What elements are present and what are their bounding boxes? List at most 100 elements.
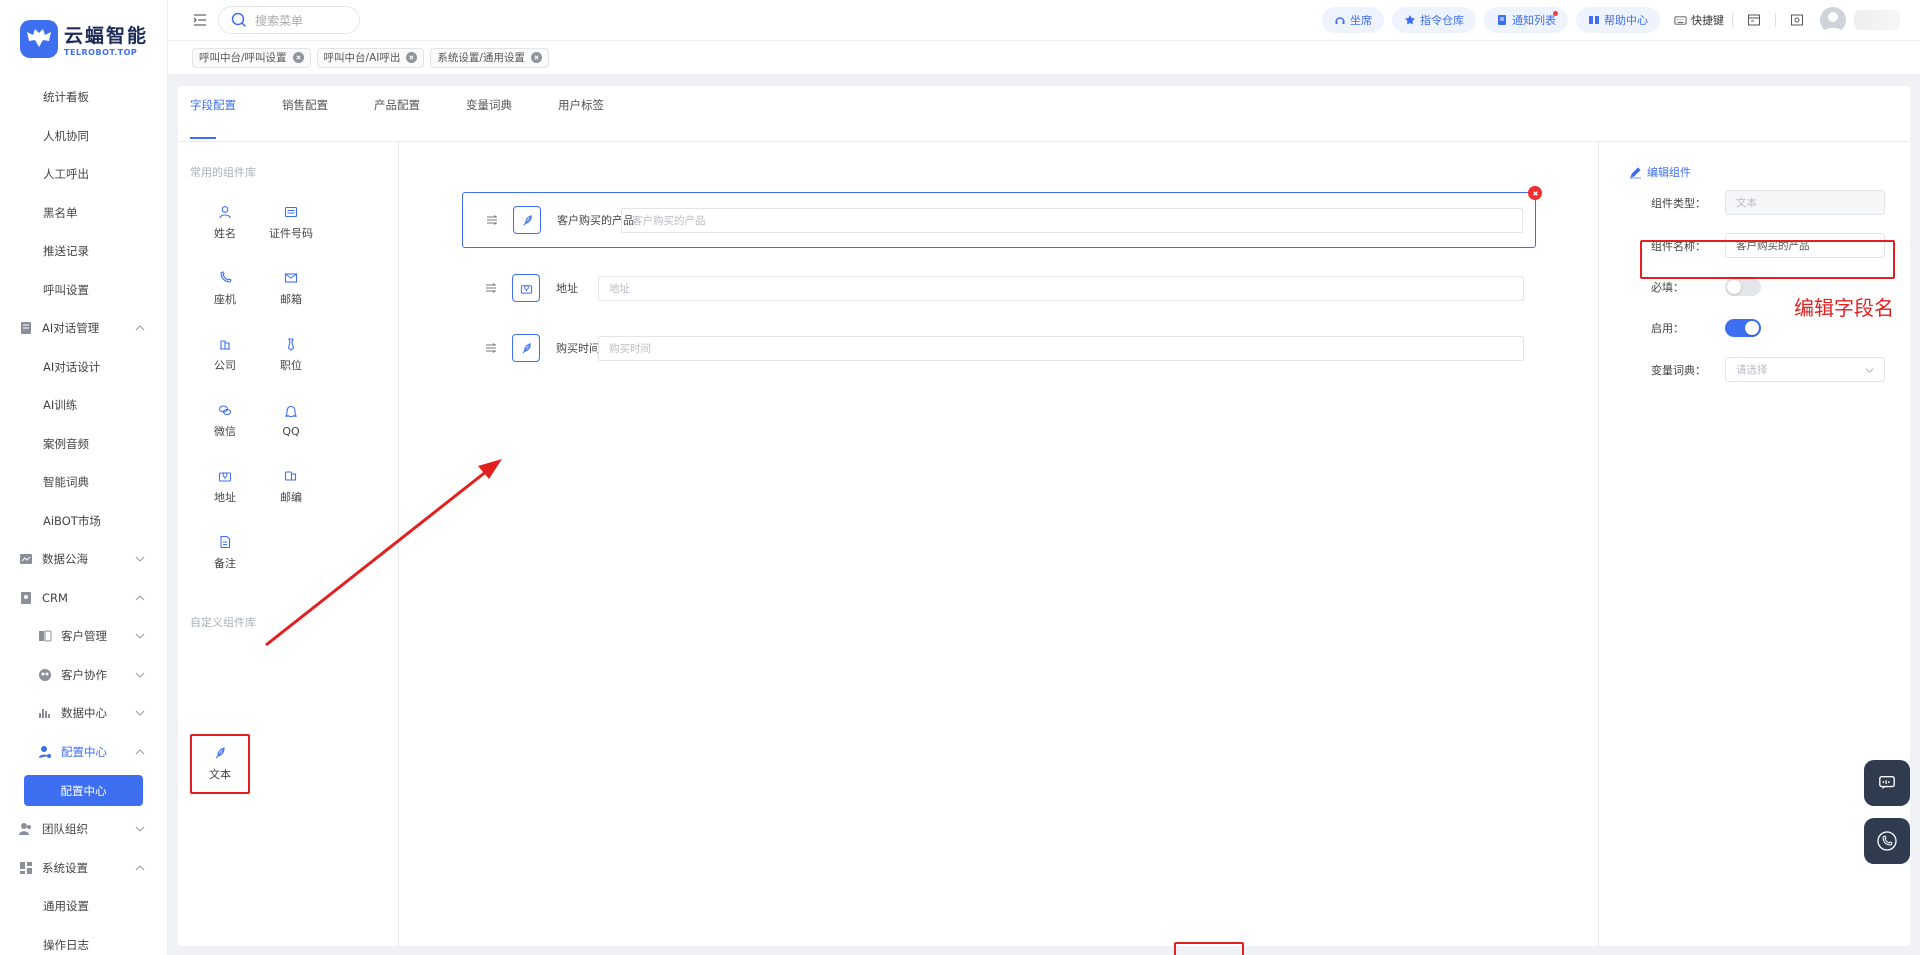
pill-label: 指令仓库	[1420, 14, 1464, 27]
library-component[interactable]: 地址	[192, 454, 258, 520]
sidebar-item[interactable]: AiBOT市场	[0, 502, 167, 541]
form-field-row[interactable]: 购买时间 购买时间	[462, 320, 1536, 376]
form-field-label: 购买时间	[556, 342, 600, 355]
library-component[interactable]: 证件号码	[258, 190, 324, 256]
window-icon[interactable]	[1747, 13, 1761, 27]
avatar[interactable]	[1820, 7, 1846, 33]
form-field-input[interactable]: 购买时间	[598, 335, 1524, 361]
annotation-text: 编辑字段名	[1794, 296, 1894, 320]
tab-1[interactable]: 销售配置	[282, 97, 328, 141]
sidebar-item[interactable]: 数据中心	[0, 694, 167, 733]
library-component[interactable]: 邮箱	[258, 256, 324, 322]
shortcut-button[interactable]: 快捷键	[1674, 12, 1724, 28]
chevron-up-icon	[135, 593, 145, 603]
sidebar-item[interactable]: 智能词典	[0, 463, 167, 502]
library-component[interactable]: 职位	[258, 322, 324, 388]
brand-name: 云蝠智能	[64, 25, 149, 47]
open-tab-label: 呼叫中台/呼叫设置	[199, 52, 287, 64]
close-icon[interactable]	[292, 52, 304, 63]
wechat-icon	[218, 403, 232, 417]
sidebar-item-label: 智能词典	[43, 475, 89, 490]
close-icon[interactable]	[530, 52, 542, 63]
chevron-down-icon	[135, 670, 145, 680]
custom-component-text[interactable]: 文本	[190, 734, 250, 794]
sidebar-item[interactable]: 人工呼出	[0, 155, 167, 194]
prop-type-label: 组件类型：	[1651, 196, 1706, 210]
username-blurred[interactable]	[1854, 10, 1900, 30]
drag-handle-icon[interactable]	[484, 281, 498, 295]
chart-icon	[18, 551, 34, 567]
common-library-title: 常用的组件库	[190, 166, 256, 179]
qq-icon	[284, 405, 298, 419]
form-field-input[interactable]: 客户购买的产品	[621, 207, 1523, 233]
library-component[interactable]: 公司	[192, 322, 258, 388]
chevron-down-icon	[135, 554, 145, 564]
library-component[interactable]: QQ	[258, 388, 324, 454]
help-icon	[1588, 14, 1600, 26]
sidebar-item[interactable]: 通用设置	[0, 887, 167, 926]
sidebar-item[interactable]: AI训练	[0, 386, 167, 425]
variable-dict-select[interactable]: 请选择	[1725, 357, 1885, 382]
sidebar-item[interactable]: 团队组织	[0, 810, 167, 849]
phone-float-button[interactable]	[1864, 818, 1910, 864]
close-icon[interactable]	[406, 52, 418, 63]
sidebar-item[interactable]: AI对话设计	[0, 348, 167, 387]
open-tab[interactable]: 系统设置/通用设置	[430, 47, 549, 68]
tab-3[interactable]: 变量词典	[466, 97, 512, 141]
lock-screen-icon[interactable]	[1790, 13, 1804, 27]
contact-book-icon	[18, 590, 34, 606]
drag-handle-icon[interactable]	[485, 213, 499, 227]
sidebar-item[interactable]: 系统设置	[0, 849, 167, 888]
bar-chart-icon	[37, 705, 53, 721]
header-pill-help[interactable]: 帮助中心	[1576, 7, 1660, 33]
library-component[interactable]: 备注	[192, 520, 258, 586]
search-input[interactable]: 搜索菜单	[218, 6, 360, 34]
drag-handle-icon[interactable]	[484, 341, 498, 355]
open-tab[interactable]: 呼叫中台/呼叫设置	[192, 47, 311, 68]
library-component[interactable]: 姓名	[192, 190, 258, 256]
open-tab-label: 呼叫中台/AI呼出	[323, 52, 401, 64]
sidebar-item-label: 人机协同	[43, 128, 89, 143]
tab-2[interactable]: 产品配置	[374, 97, 420, 141]
form-field-input[interactable]: 地址	[598, 275, 1524, 301]
library-component[interactable]: 座机	[192, 256, 258, 322]
sidebar-item[interactable]: 统计看板	[0, 78, 167, 117]
sidebar-item[interactable]: 推送记录	[0, 232, 167, 271]
sidebar-item[interactable]: 客户管理	[0, 617, 167, 656]
logo[interactable]: 云蝠智能 TELROBOT.TOP	[0, 0, 167, 78]
menu-toggle-icon[interactable]	[192, 12, 208, 28]
sidebar-item[interactable]: 黑名单	[0, 194, 167, 233]
prop-enabled-row: 启用：	[1651, 319, 1891, 337]
sidebar-item-label: 人工呼出	[43, 167, 89, 182]
chat-float-button[interactable]	[1864, 760, 1910, 806]
form-field-row[interactable]: 地址 地址	[462, 260, 1536, 316]
dashboard-icon	[18, 860, 34, 876]
sidebar-item[interactable]: 案例音频	[0, 425, 167, 464]
library-component[interactable]: 微信	[192, 388, 258, 454]
sidebar-item[interactable]: 配置中心	[0, 733, 167, 772]
tab-4[interactable]: 用户标签	[558, 97, 604, 141]
sidebar-item[interactable]: 操作日志	[0, 926, 167, 955]
open-tab[interactable]: 呼叫中台/AI呼出	[316, 47, 425, 68]
header-pill-notice[interactable]: 通知列表	[1484, 7, 1568, 33]
tab-0[interactable]: 字段配置	[190, 97, 236, 141]
header-pill-command[interactable]: 指令仓库	[1392, 7, 1476, 33]
library-component[interactable]: 邮编	[258, 454, 324, 520]
sidebar-item[interactable]: 人机协同	[0, 117, 167, 156]
sidebar-item[interactable]: 呼叫设置	[0, 271, 167, 310]
sidebar-item[interactable]: CRM	[0, 579, 167, 618]
header-pill-headset[interactable]: 坐席	[1322, 7, 1384, 33]
required-toggle[interactable]	[1725, 278, 1761, 296]
sidebar-item[interactable]: 数据公海	[0, 540, 167, 579]
form-field-row[interactable]: 客户购买的产品 客户购买的产品	[462, 186, 1542, 248]
prop-enabled-label: 启用：	[1651, 322, 1684, 335]
user-gear-icon	[37, 744, 53, 760]
sidebar-nav: 统计看板人机协同人工呼出黑名单 推送记录 呼叫设置 AI对话管理 AI对话设计 AI训练案…	[0, 78, 167, 955]
enabled-toggle[interactable]	[1725, 319, 1761, 337]
sidebar-item[interactable]: 客户协作	[0, 656, 167, 695]
sidebar-item-config-center-active[interactable]: 配置中心	[24, 775, 143, 806]
delete-icon[interactable]	[1528, 186, 1542, 200]
brand-name-en: TELROBOT.TOP	[64, 48, 138, 57]
command-icon	[1404, 14, 1416, 26]
sidebar-item[interactable]: AI对话管理	[0, 309, 167, 348]
